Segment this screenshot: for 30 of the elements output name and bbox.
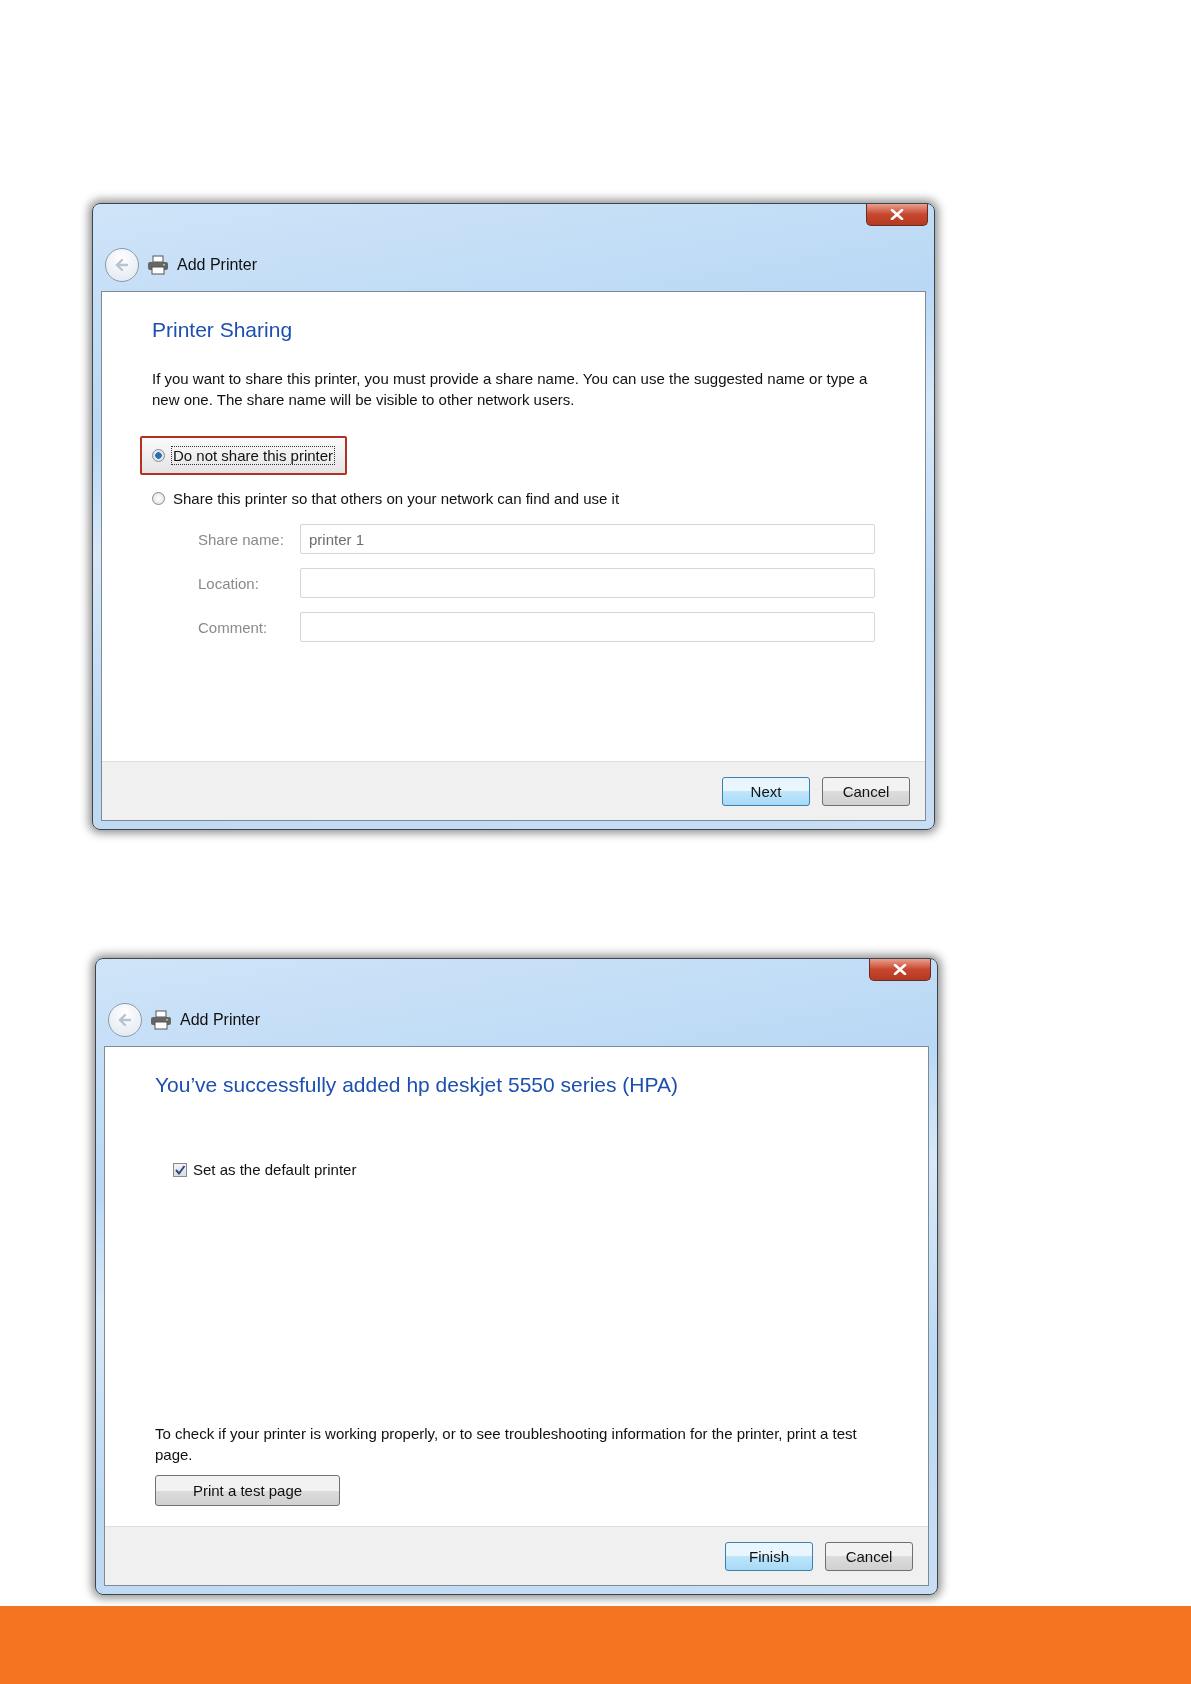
checkbox-label: Set as the default printer [193,1161,357,1178]
close-icon [890,209,904,220]
dialog-heading: You’ve successfully added hp deskjet 5550 series (HPA) [155,1073,679,1097]
printer-icon [147,255,169,275]
close-icon [893,964,907,975]
back-arrow-icon [116,1011,134,1029]
back-button[interactable] [105,248,139,282]
printer-icon [150,1010,172,1030]
dialog-button[interactable]: Cancel [825,1541,913,1571]
dialog-button[interactable]: Next [722,776,810,806]
back-button[interactable] [108,1003,142,1037]
window-title: Add Printer [177,256,258,274]
field-label: Location: [198,574,260,592]
dialog-button[interactable]: Cancel [822,776,910,806]
window-title: Add Printer [180,1011,261,1029]
dialog-heading: Printer Sharing [152,318,294,342]
dialog-button[interactable]: Finish [725,1541,813,1571]
intro-text: If you want to share this printer, you must provide a share name. You can use the suggested name or type a new one. The share name will be visible to other network users. [152,369,869,410]
field-label: Share name: [198,530,285,548]
back-arrow-icon [113,256,131,274]
radio-button[interactable] [152,449,165,462]
check-icon [174,1163,186,1176]
note-text: To check if your printer is working properly, or to see troubleshooting information for the printer, print a test page. [155,1424,858,1465]
field-label: Comment: [198,618,269,636]
checkbox-option[interactable]: Set as the default printer [173,1161,878,1178]
print-test-page-button[interactable]: Print a test page [155,1475,340,1506]
radio-button[interactable] [152,492,165,505]
checkbox[interactable] [173,1162,187,1177]
close-button[interactable] [869,959,931,981]
close-button[interactable] [866,204,928,226]
